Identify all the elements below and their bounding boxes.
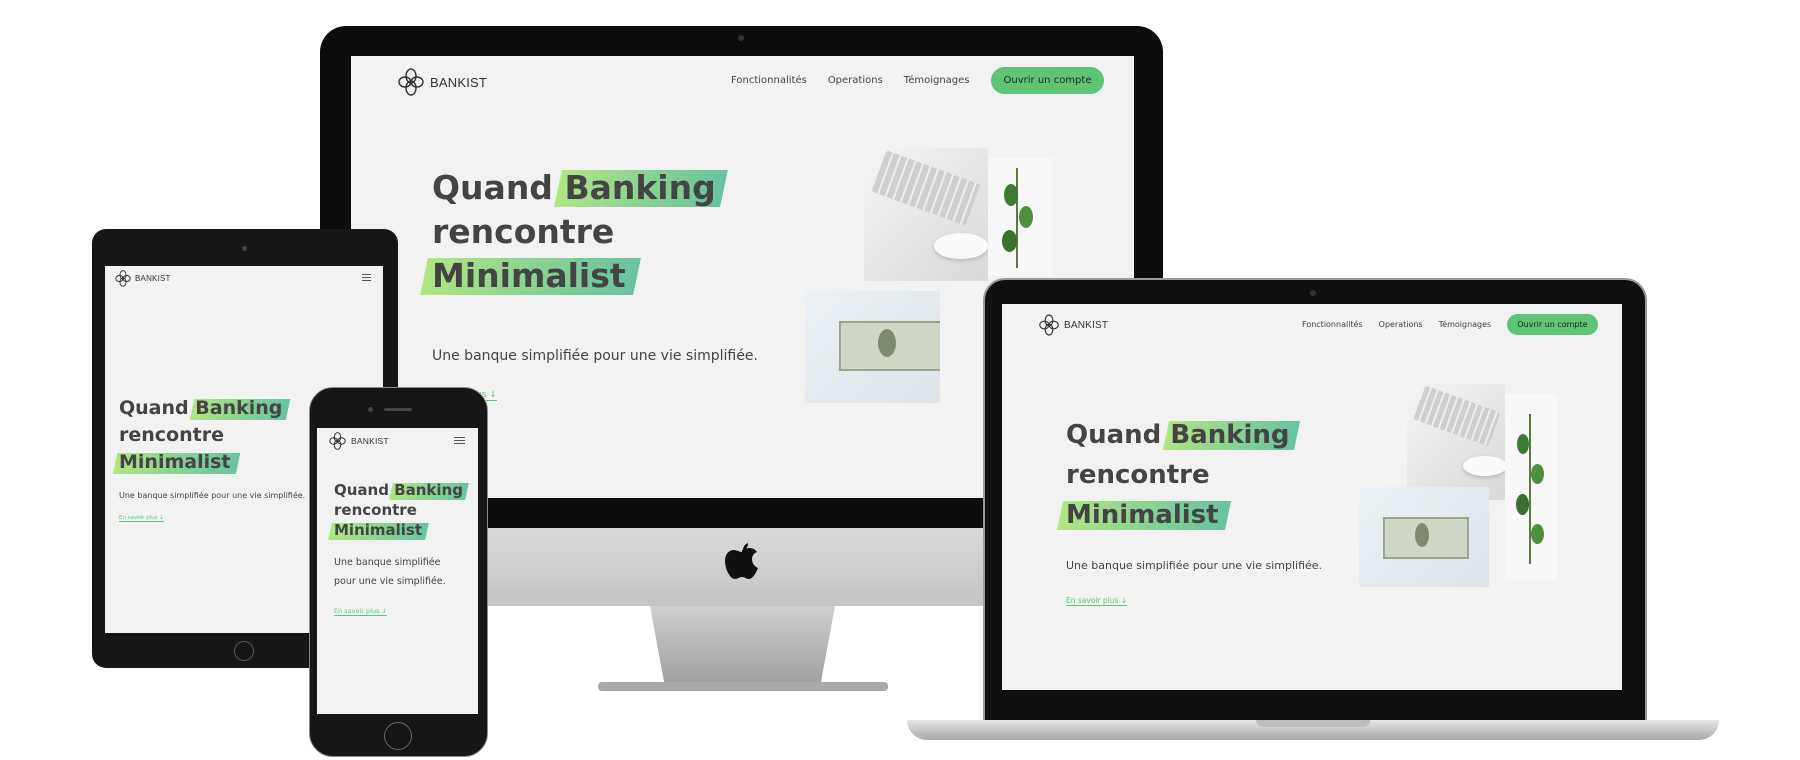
plant-leaf <box>1002 230 1017 252</box>
laptop-device: BANKIST Fonctionnalités Operations Témoi… <box>907 278 1719 748</box>
hero-subtitle: Une banque simplifiée pour une vie simpl… <box>432 348 758 364</box>
dollar-portrait <box>1415 523 1429 547</box>
nav-link-features[interactable]: Fonctionnalités <box>1302 320 1363 329</box>
phone-screen: BANKIST Quand Banking rencontre Minimali… <box>317 428 478 714</box>
phone-home-button[interactable] <box>384 722 412 750</box>
nav-link-testimonials[interactable]: Témoignages <box>1439 320 1492 329</box>
hero-word-quand: Quand <box>119 397 189 419</box>
hero-title-line-1: Quand Banking <box>119 399 282 418</box>
hero-word-rencontre: rencontre <box>119 424 224 446</box>
hero-word-quand: Quand <box>334 481 389 499</box>
hero-word-quand: Quand <box>432 168 553 207</box>
mouse-shape <box>1463 456 1505 476</box>
hero-title-line-3: Minimalist <box>432 259 626 292</box>
hero-image-plant <box>1505 394 1557 580</box>
plant-leaf <box>1516 494 1529 515</box>
brand-name: BANKIST <box>430 74 488 90</box>
brand-name: BANKIST <box>351 436 389 446</box>
hero-highlight-minimalist: Minimalist <box>1066 500 1219 530</box>
hero-subtitle-line-2: pour une vie simplifiée. <box>334 576 446 587</box>
hero-title-line-2: rencontre <box>432 215 614 248</box>
hero-highlight-banking: Banking <box>195 397 283 419</box>
dollar-portrait <box>878 329 896 357</box>
phone-device: BANKIST Quand Banking rencontre Minimali… <box>309 387 488 757</box>
hero-word-quand: Quand <box>1066 420 1162 450</box>
brand-name: BANKIST <box>135 274 171 283</box>
hero-subtitle-line-1: Une banque simplifiée <box>334 557 441 568</box>
hero-title-line-2: rencontre <box>334 503 417 518</box>
plant-leaf <box>1517 434 1529 454</box>
open-account-button[interactable]: Ouvrir un compte <box>1507 314 1598 335</box>
nav-link-features[interactable]: Fonctionnalités <box>731 75 807 86</box>
hero-image-dollar <box>1359 487 1489 587</box>
hero-word-rencontre: rencontre <box>1066 460 1210 490</box>
learn-more-link[interactable]: En savoir plus ↓ <box>334 607 387 616</box>
tablet-camera <box>242 246 247 251</box>
keyboard-shape <box>1413 385 1501 447</box>
hero-image-keyboard <box>864 148 988 281</box>
hero-title-line-3: Minimalist <box>1066 502 1219 528</box>
hero-title-line-1: Quand Banking <box>432 171 716 204</box>
learn-more-link[interactable]: En savoir plus ↓ <box>119 515 164 522</box>
plant-leaf <box>1004 184 1018 206</box>
phone-speaker <box>384 408 412 411</box>
laptop-notch <box>1256 720 1370 727</box>
imac-base <box>598 682 888 691</box>
logo[interactable]: BANKIST <box>115 270 171 287</box>
four-petal-flower-icon <box>115 270 131 287</box>
plant-stem <box>1016 168 1018 268</box>
hero-title-line-3: Minimalist <box>334 523 422 538</box>
logo[interactable]: BANKIST <box>398 68 487 96</box>
brand-name: BANKIST <box>1064 319 1109 331</box>
logo[interactable]: BANKIST <box>1039 314 1108 336</box>
hero-word-rencontre: rencontre <box>334 501 417 519</box>
hamburger-menu-icon[interactable] <box>454 437 465 444</box>
keyboard-shape <box>871 150 981 226</box>
navigation: Fonctionnalités Operations Témoignages O… <box>731 67 1105 94</box>
plant-leaf <box>1531 524 1544 544</box>
mouse-shape <box>934 233 988 259</box>
hero-highlight-banking: Banking <box>564 168 716 207</box>
hero-word-rencontre: rencontre <box>432 212 615 251</box>
four-petal-flower-icon <box>329 432 346 450</box>
plant-leaf <box>1531 464 1544 484</box>
logo[interactable]: BANKIST <box>329 432 389 450</box>
hero-highlight-banking: Banking <box>1170 420 1290 450</box>
hero-title-line-2: rencontre <box>1066 462 1210 488</box>
learn-more-link[interactable]: En savoir plus ↓ <box>1066 596 1128 606</box>
four-petal-flower-icon <box>1039 314 1059 336</box>
open-account-button[interactable]: Ouvrir un compte <box>990 67 1105 94</box>
apple-logo-icon <box>724 541 760 587</box>
navigation: Fonctionnalités Operations Témoignages O… <box>1302 314 1598 335</box>
imac-stand <box>650 606 835 686</box>
laptop-screen: BANKIST Fonctionnalités Operations Témoi… <box>1002 304 1622 690</box>
tablet-home-button[interactable] <box>234 641 254 661</box>
hero-subtitle: Une banque simplifiée pour une vie simpl… <box>1066 559 1323 572</box>
nav-link-operations[interactable]: Operations <box>828 75 883 86</box>
hero-highlight-banking: Banking <box>394 481 463 499</box>
hero-title-line-2: rencontre <box>119 426 224 445</box>
nav-link-operations[interactable]: Operations <box>1379 320 1423 329</box>
hero-title-line-3: Minimalist <box>119 453 231 472</box>
imac-camera <box>738 35 744 41</box>
hamburger-menu-icon[interactable] <box>362 274 371 281</box>
phone-camera <box>368 407 373 412</box>
hero-title-line-1: Quand Banking <box>1066 422 1290 448</box>
hero-subtitle: Une banque simplifiée pour une vie simpl… <box>119 491 306 500</box>
nav-link-testimonials[interactable]: Témoignages <box>904 75 970 86</box>
plant-leaf <box>1019 206 1033 228</box>
hero-image-keyboard <box>1407 384 1505 500</box>
plant-stem <box>1529 414 1531 564</box>
hero-highlight-minimalist: Minimalist <box>119 451 231 473</box>
hero-title-line-1: Quand Banking <box>334 483 463 498</box>
hero-highlight-minimalist: Minimalist <box>432 256 626 295</box>
laptop-camera <box>1310 290 1316 296</box>
hero-highlight-minimalist: Minimalist <box>334 521 423 539</box>
four-petal-flower-icon <box>398 68 424 96</box>
hero-image-plant <box>988 158 1052 276</box>
